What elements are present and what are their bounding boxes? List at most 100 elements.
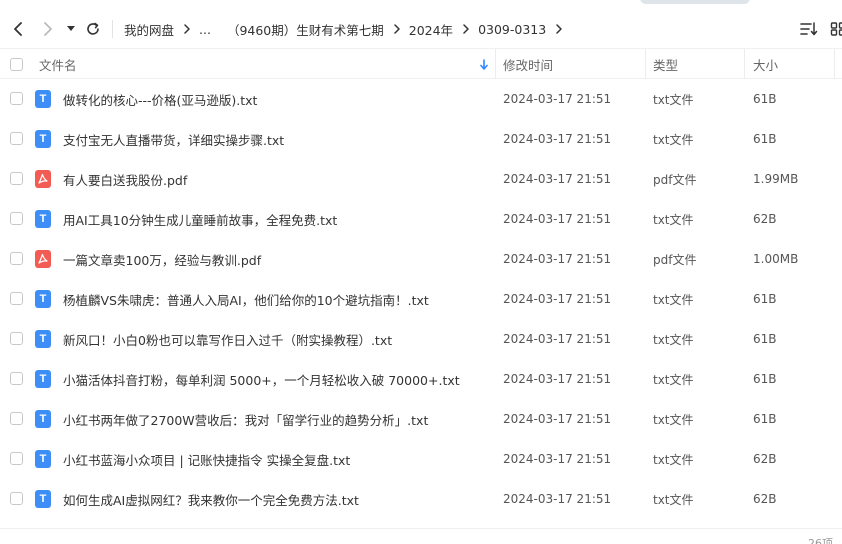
view-mode-button[interactable] xyxy=(830,10,842,48)
file-name[interactable]: 做转化的核心---价格(亚马逊版).txt xyxy=(63,79,257,119)
file-modified-time: 2024-03-17 21:51 xyxy=(503,492,612,506)
sort-button[interactable] xyxy=(800,10,822,48)
chevron-right-icon xyxy=(394,24,400,34)
file-row[interactable]: T 做转化的核心---价格(亚马逊版).txt 2024-03-17 21:51… xyxy=(0,79,842,119)
breadcrumb-item-year[interactable]: 2024年 xyxy=(409,20,453,39)
file-size: 61B xyxy=(753,332,777,346)
file-name[interactable]: 小猫活体抖音打粉，每单利润 5000+，一个月轻松收入破 70000+.txt xyxy=(63,359,460,399)
file-row[interactable]: T 如何生成AI虚拟网红？我来教你一个完全免费方法.txt 2024-03-17… xyxy=(0,479,842,519)
file-size: 62B xyxy=(753,492,777,506)
acrobat-glyph-icon xyxy=(38,253,48,264)
column-divider[interactable] xyxy=(744,49,745,79)
file-modified-time: 2024-03-17 21:51 xyxy=(503,372,612,386)
file-name[interactable]: 杨植麟VS朱啸虎：普通人入局AI，他们给你的10个避坑指南！.txt xyxy=(63,279,429,319)
chevron-left-icon xyxy=(14,22,22,36)
acrobat-glyph-icon xyxy=(38,173,48,184)
column-header-modified[interactable]: 修改时间 xyxy=(503,49,553,79)
column-divider[interactable] xyxy=(495,49,496,79)
txt-file-icon: T xyxy=(35,410,51,428)
file-size: 61B xyxy=(753,292,777,306)
row-checkbox[interactable] xyxy=(10,252,23,265)
file-name[interactable]: 一篇文章卖100万，经验与教训.pdf xyxy=(63,239,261,279)
file-name[interactable]: 有人要白送我股份.pdf xyxy=(63,159,187,199)
file-name[interactable]: 支付宝无人直播带货，详细实操步骤.txt xyxy=(63,119,284,159)
file-type: txt文件 xyxy=(653,412,694,427)
file-type: txt文件 xyxy=(653,212,694,227)
chevron-right-icon[interactable] xyxy=(556,24,562,34)
column-header-size[interactable]: 大小 xyxy=(753,49,778,79)
file-size: 1.99MB xyxy=(753,172,799,186)
select-all-checkbox[interactable] xyxy=(10,49,23,79)
history-dropdown-button[interactable] xyxy=(64,10,78,48)
file-type: txt文件 xyxy=(653,452,694,467)
breadcrumb-item-course[interactable]: （9460期）生财有术第七期 xyxy=(227,20,384,39)
file-modified-time: 2024-03-17 21:51 xyxy=(503,292,612,306)
file-size: 61B xyxy=(753,92,777,106)
row-checkbox[interactable] xyxy=(10,132,23,145)
file-type: pdf文件 xyxy=(653,252,697,267)
pdf-file-icon xyxy=(35,250,51,268)
grid-view-icon xyxy=(830,22,842,36)
row-checkbox[interactable] xyxy=(10,492,23,505)
file-name[interactable]: 用AI工具10分钟生成儿童睡前故事，全程免费.txt xyxy=(63,199,337,239)
row-checkbox[interactable] xyxy=(10,212,23,225)
checkbox-box xyxy=(10,57,23,71)
row-checkbox[interactable] xyxy=(10,332,23,345)
column-header-type[interactable]: 类型 xyxy=(653,49,678,79)
column-divider[interactable] xyxy=(834,49,835,79)
file-row[interactable]: 有人要白送我股份.pdf 2024-03-17 21:51 pdf文件 1.99… xyxy=(0,159,842,199)
file-size: 61B xyxy=(753,412,777,426)
file-row[interactable]: T 小猫活体抖音打粉，每单利润 5000+，一个月轻松收入破 70000+.tx… xyxy=(0,359,842,399)
top-tab-shadow xyxy=(640,0,750,4)
file-modified-time: 2024-03-17 21:51 xyxy=(503,172,612,186)
row-checkbox[interactable] xyxy=(10,412,23,425)
file-row[interactable]: T 小红书蓝海小众项目 | 记账快捷指令 实操全复盘.txt 2024-03-1… xyxy=(0,439,842,479)
file-type: txt文件 xyxy=(653,332,694,347)
file-name[interactable]: 如何生成AI虚拟网红？我来教你一个完全免费方法.txt xyxy=(63,479,359,519)
txt-file-icon: T xyxy=(35,490,51,508)
refresh-icon xyxy=(87,22,99,35)
file-modified-time: 2024-03-17 21:51 xyxy=(503,452,612,466)
file-row[interactable]: T 小红书两年做了2700W营收后：我对「留学行业的趋势分析」.txt 2024… xyxy=(0,399,842,439)
sort-descending-icon[interactable] xyxy=(480,49,488,79)
pdf-file-icon xyxy=(35,170,51,188)
txt-file-icon: T xyxy=(35,210,51,228)
breadcrumb-item-ellipsis[interactable]: ... xyxy=(199,22,211,37)
file-size: 1.00MB xyxy=(753,252,799,266)
back-button[interactable] xyxy=(8,10,28,48)
footer-divider xyxy=(0,528,842,529)
forward-button[interactable] xyxy=(38,10,58,48)
row-checkbox[interactable] xyxy=(10,292,23,305)
breadcrumb-item-current[interactable]: 0309-0313 xyxy=(478,22,546,37)
column-header-name[interactable]: 文件名 xyxy=(39,49,77,79)
file-row[interactable]: T 新风口！小白0粉也可以靠写作日入过千（附实操教程）.txt 2024-03-… xyxy=(0,319,842,359)
file-modified-time: 2024-03-17 21:51 xyxy=(503,212,612,226)
sort-list-icon xyxy=(800,22,818,36)
column-divider[interactable] xyxy=(645,49,646,79)
txt-file-icon: T xyxy=(35,130,51,148)
file-name[interactable]: 新风口！小白0粉也可以靠写作日入过千（附实操教程）.txt xyxy=(63,319,392,359)
chevron-right-icon xyxy=(184,24,190,34)
file-name[interactable]: 小红书两年做了2700W营收后：我对「留学行业的趋势分析」.txt xyxy=(63,399,428,439)
row-checkbox[interactable] xyxy=(10,92,23,105)
file-size: 61B xyxy=(753,372,777,386)
toolbar: 我的网盘 ... （9460期）生财有术第七期 2024年 0309-0313 xyxy=(0,10,842,48)
file-row[interactable]: T 支付宝无人直播带货，详细实操步骤.txt 2024-03-17 21:51 … xyxy=(0,119,842,159)
file-type: txt文件 xyxy=(653,492,694,507)
file-modified-time: 2024-03-17 21:51 xyxy=(503,92,612,106)
refresh-button[interactable] xyxy=(82,10,104,48)
row-checkbox[interactable] xyxy=(10,452,23,465)
file-modified-time: 2024-03-17 21:51 xyxy=(503,132,612,146)
file-row[interactable]: 一篇文章卖100万，经验与教训.pdf 2024-03-17 21:51 pdf… xyxy=(0,239,842,279)
breadcrumb-item-root[interactable]: 我的网盘 xyxy=(124,20,174,39)
file-row[interactable]: T 杨植麟VS朱啸虎：普通人入局AI，他们给你的10个避坑指南！.txt 202… xyxy=(0,279,842,319)
file-modified-time: 2024-03-17 21:51 xyxy=(503,332,612,346)
file-name[interactable]: 小红书蓝海小众项目 | 记账快捷指令 实操全复盘.txt xyxy=(63,439,350,479)
row-checkbox[interactable] xyxy=(10,172,23,185)
file-type: txt文件 xyxy=(653,292,694,307)
txt-file-icon: T xyxy=(35,370,51,388)
file-row[interactable]: T 用AI工具10分钟生成儿童睡前故事，全程免费.txt 2024-03-17 … xyxy=(0,199,842,239)
txt-file-icon: T xyxy=(35,290,51,308)
chevron-right-icon xyxy=(463,24,469,34)
row-checkbox[interactable] xyxy=(10,372,23,385)
